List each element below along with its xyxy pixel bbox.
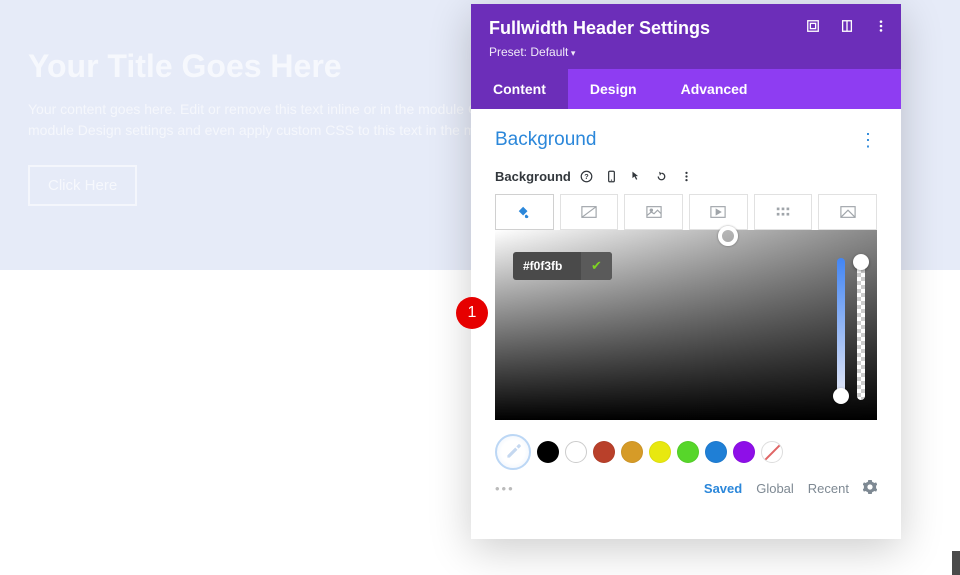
swatch-3[interactable] xyxy=(621,441,643,463)
gear-icon[interactable] xyxy=(863,480,877,497)
swatch-none[interactable] xyxy=(761,441,783,463)
bg-tab-gradient[interactable] xyxy=(560,194,619,230)
field-label: Background xyxy=(495,169,571,184)
svg-text:?: ? xyxy=(584,172,589,181)
saved-tab-recent[interactable]: Recent xyxy=(808,481,849,496)
eyedropper-button[interactable] xyxy=(495,434,531,470)
panel-body: Background ⋮ Background ? ✔ xyxy=(471,109,901,539)
saved-tabs: Saved Global Recent xyxy=(704,480,877,497)
swatch-5[interactable] xyxy=(677,441,699,463)
reset-icon[interactable] xyxy=(654,169,669,184)
hex-confirm-button[interactable]: ✔ xyxy=(581,252,612,280)
panel-tabs: Content Design Advanced xyxy=(471,69,901,109)
hex-input-pill: ✔ xyxy=(513,252,612,280)
swatch-2[interactable] xyxy=(593,441,615,463)
field-more-icon[interactable] xyxy=(679,169,694,184)
saved-colors-row: ••• Saved Global Recent xyxy=(495,480,877,497)
annotation-badge-1: 1 xyxy=(456,297,488,329)
settings-panel: Fullwidth Header Settings Preset: Defaul… xyxy=(471,4,901,539)
bg-tab-color[interactable] xyxy=(495,194,554,230)
more-icon[interactable] xyxy=(873,18,889,34)
hover-icon[interactable] xyxy=(629,169,644,184)
tab-advanced[interactable]: Advanced xyxy=(659,69,770,109)
alpha-slider[interactable] xyxy=(857,258,865,400)
hue-slider[interactable] xyxy=(837,258,845,400)
tab-content[interactable]: Content xyxy=(471,69,568,109)
bg-tab-video[interactable] xyxy=(689,194,748,230)
phone-icon[interactable] xyxy=(604,169,619,184)
hex-input[interactable] xyxy=(513,253,581,279)
section-more-icon[interactable]: ⋮ xyxy=(859,130,877,151)
swatch-row xyxy=(495,434,877,470)
preset-dropdown[interactable]: Preset: Default xyxy=(489,45,883,59)
bg-tab-pattern[interactable] xyxy=(754,194,813,230)
bg-tab-mask[interactable] xyxy=(818,194,877,230)
section-title[interactable]: Background xyxy=(495,129,596,151)
saved-tab-global[interactable]: Global xyxy=(756,481,794,496)
scrollbar-stub[interactable] xyxy=(952,551,960,575)
alpha-slider-thumb[interactable] xyxy=(853,254,869,270)
expand-icon[interactable] xyxy=(805,18,821,34)
section-header-row: Background ⋮ xyxy=(495,129,877,151)
saved-tab-saved[interactable]: Saved xyxy=(704,481,742,496)
field-tool-icons: ? xyxy=(579,169,694,184)
swatch-4[interactable] xyxy=(649,441,671,463)
bg-tab-image[interactable] xyxy=(624,194,683,230)
panel-header: Fullwidth Header Settings Preset: Defaul… xyxy=(471,4,901,69)
tab-design[interactable]: Design xyxy=(568,69,659,109)
background-type-tabs xyxy=(495,194,877,230)
help-icon[interactable]: ? xyxy=(579,169,594,184)
more-dots-icon[interactable]: ••• xyxy=(495,481,515,496)
swatch-7[interactable] xyxy=(733,441,755,463)
color-saturation-area[interactable]: ✔ xyxy=(495,230,877,420)
responsive-icon[interactable] xyxy=(839,18,855,34)
swatch-6[interactable] xyxy=(705,441,727,463)
field-label-row: Background ? xyxy=(495,169,877,184)
hue-slider-thumb[interactable] xyxy=(833,388,849,404)
color-sliders xyxy=(837,258,865,400)
hero-cta-button[interactable]: Click Here xyxy=(28,165,137,206)
color-area-cursor[interactable] xyxy=(718,226,738,246)
swatch-0[interactable] xyxy=(537,441,559,463)
panel-header-actions xyxy=(805,18,889,34)
swatch-1[interactable] xyxy=(565,441,587,463)
